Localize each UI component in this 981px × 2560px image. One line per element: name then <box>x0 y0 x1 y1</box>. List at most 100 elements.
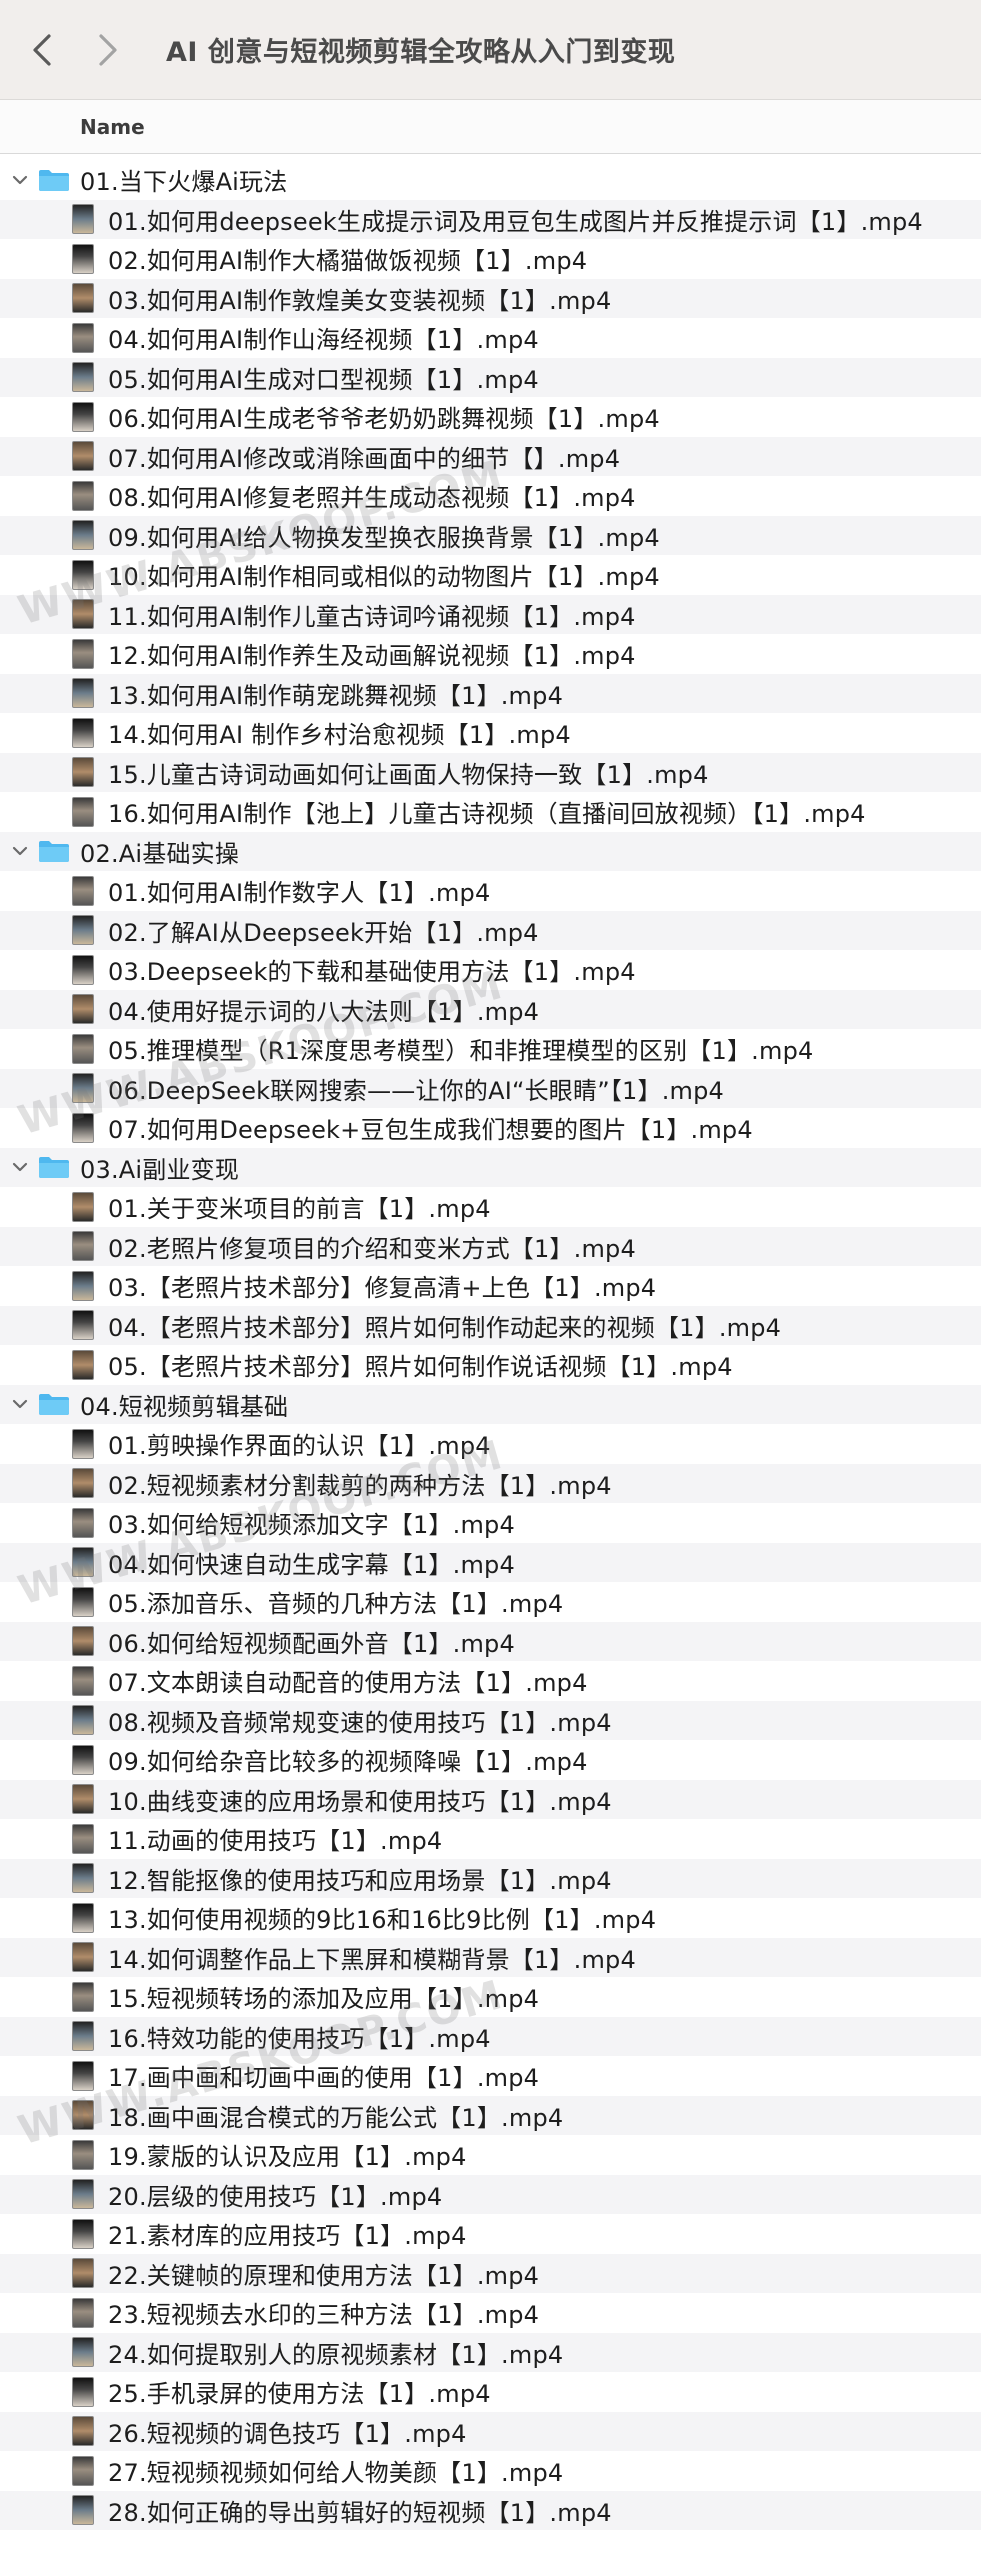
file-name: 23.短视频去水印的三种方法【1】.mp4 <box>108 2301 540 2330</box>
file-row[interactable]: 06.DeepSeek联网搜索——让你的AI“长眼睛”【1】.mp4 <box>0 1068 981 1108</box>
video-thumbnail-icon <box>72 678 94 709</box>
file-row[interactable]: 08.视频及音频常规变速的使用技巧【1】.mp4 <box>0 1700 981 1740</box>
file-name: 03.如何用AI制作敦煌美女变装视频【1】.mp4 <box>108 286 612 315</box>
file-row[interactable]: 14.如何调整作品上下黑屏和模糊背景【1】.mp4 <box>0 1937 981 1977</box>
file-row[interactable]: 07.如何用AI修改或消除画面中的细节【】.mp4 <box>0 436 981 476</box>
file-name: 02.了解AI从Deepseek开始【1】.mp4 <box>108 918 539 947</box>
chevron-down-icon[interactable] <box>10 1157 30 1177</box>
file-row[interactable]: 09.如何给杂音比较多的视频降噪【1】.mp4 <box>0 1740 981 1780</box>
file-row[interactable]: 14.如何用AI 制作乡村治愈视频【1】.mp4 <box>0 713 981 753</box>
file-name: 02.老照片修复项目的介绍和变米方式【1】.mp4 <box>108 1234 636 1263</box>
video-thumbnail-icon <box>72 994 94 1025</box>
video-thumbnail-icon <box>72 1942 94 1973</box>
file-row[interactable]: 16.特效功能的使用技巧【1】.mp4 <box>0 2016 981 2056</box>
video-thumbnail-icon <box>72 283 94 314</box>
file-row[interactable]: 06.如何给短视频配画外音【1】.mp4 <box>0 1621 981 1661</box>
file-row[interactable]: 03.如何用AI制作敦煌美女变装视频【1】.mp4 <box>0 278 981 318</box>
file-row[interactable]: 12.智能抠像的使用技巧和应用场景【1】.mp4 <box>0 1858 981 1898</box>
file-row[interactable]: 09.如何用AI给人物换发型换衣服换背景【1】.mp4 <box>0 515 981 555</box>
file-row[interactable]: 20.层级的使用技巧【1】.mp4 <box>0 2174 981 2214</box>
video-thumbnail-icon <box>72 1507 94 1538</box>
file-name: 19.蒙版的认识及应用【1】.mp4 <box>108 2143 467 2172</box>
file-row[interactable]: 04.如何快速自动生成字幕【1】.mp4 <box>0 1542 981 1582</box>
chevron-down-icon[interactable] <box>10 1394 30 1414</box>
chevron-down-icon[interactable] <box>10 170 30 190</box>
folder-row[interactable]: 02.Ai基础实操 <box>0 831 981 871</box>
file-row[interactable]: 21.素材库的应用技巧【1】.mp4 <box>0 2214 981 2254</box>
file-name: 04.如何用AI制作山海经视频【1】.mp4 <box>108 326 539 355</box>
file-row[interactable]: 03.如何给短视频添加文字【1】.mp4 <box>0 1503 981 1543</box>
file-name: 21.素材库的应用技巧【1】.mp4 <box>108 2222 467 2251</box>
folder-icon <box>39 1157 69 1179</box>
file-row[interactable]: 02.如何用AI制作大橘猫做饭视频【1】.mp4 <box>0 239 981 279</box>
file-row[interactable]: 02.了解AI从Deepseek开始【1】.mp4 <box>0 910 981 950</box>
folder-icon <box>39 1394 69 1416</box>
file-name: 01.如何用deepseek生成提示词及用豆包生成图片并反推提示词【1】.mp4 <box>108 207 923 236</box>
file-row[interactable]: 19.蒙版的认识及应用【1】.mp4 <box>0 2135 981 2175</box>
file-row[interactable]: 23.短视频去水印的三种方法【1】.mp4 <box>0 2293 981 2333</box>
file-row[interactable]: 08.如何用AI修复老照并生成动态视频【1】.mp4 <box>0 476 981 516</box>
file-row[interactable]: 05.如何用AI生成对口型视频【1】.mp4 <box>0 357 981 397</box>
file-row[interactable]: 07.文本朗读自动配音的使用方法【1】.mp4 <box>0 1661 981 1701</box>
file-row[interactable]: 11.如何用AI制作儿童古诗词吟诵视频【1】.mp4 <box>0 594 981 634</box>
file-row[interactable]: 05.添加音乐、音频的几种方法【1】.mp4 <box>0 1582 981 1622</box>
video-thumbnail-icon <box>72 1665 94 1696</box>
file-name: 22.关键帧的原理和使用方法【1】.mp4 <box>108 2261 540 2290</box>
file-row[interactable]: 13.如何用AI制作萌宠跳舞视频【1】.mp4 <box>0 673 981 713</box>
file-row[interactable]: 03.Deepseek的下载和基础使用方法【1】.mp4 <box>0 950 981 990</box>
file-name: 16.如何用AI制作【池上】儿童古诗视频（直播间回放视频）【1】.mp4 <box>108 800 866 829</box>
chevron-down-icon[interactable] <box>10 841 30 861</box>
file-row[interactable]: 05.【老照片技术部分】照片如何制作说话视频【1】.mp4 <box>0 1345 981 1385</box>
file-row[interactable]: 16.如何用AI制作【池上】儿童古诗视频（直播间回放视频）【1】.mp4 <box>0 792 981 832</box>
file-name: 04.【老照片技术部分】照片如何制作动起来的视频【1】.mp4 <box>108 1313 782 1342</box>
video-thumbnail-icon <box>72 1270 94 1301</box>
video-thumbnail-icon <box>72 1073 94 1104</box>
video-thumbnail-icon <box>72 2297 94 2328</box>
back-button[interactable] <box>18 20 66 80</box>
video-thumbnail-icon <box>72 1823 94 1854</box>
file-row[interactable]: 04.【老照片技术部分】照片如何制作动起来的视频【1】.mp4 <box>0 1305 981 1345</box>
file-name: 12.如何用AI制作养生及动画解说视频【1】.mp4 <box>108 642 636 671</box>
video-thumbnail-icon <box>72 1231 94 1262</box>
file-row[interactable]: 22.关键帧的原理和使用方法【1】.mp4 <box>0 2253 981 2293</box>
file-row[interactable]: 15.短视频转场的添加及应用【1】.mp4 <box>0 1977 981 2017</box>
file-row[interactable]: 10.曲线变速的应用场景和使用技巧【1】.mp4 <box>0 1779 981 1819</box>
forward-button[interactable] <box>84 20 132 80</box>
folder-row[interactable]: 03.Ai副业变现 <box>0 1147 981 1187</box>
file-row[interactable]: 11.动画的使用技巧【1】.mp4 <box>0 1819 981 1859</box>
file-name: 15.儿童古诗词动画如何让画面人物保持一致【1】.mp4 <box>108 760 709 789</box>
file-row[interactable]: 27.短视频视频如何给人物美颜【1】.mp4 <box>0 2451 981 2491</box>
file-name: 04.使用好提示词的八大法则【1】.mp4 <box>108 997 540 1026</box>
file-row[interactable]: 07.如何用Deepseek+豆包生成我们想要的图片【1】.mp4 <box>0 1108 981 1148</box>
file-row[interactable]: 28.如何正确的导出剪辑好的短视频【1】.mp4 <box>0 2490 981 2530</box>
folder-row[interactable]: 04.短视频剪辑基础 <box>0 1384 981 1424</box>
file-row[interactable]: 25.手机录屏的使用方法【1】.mp4 <box>0 2372 981 2412</box>
video-thumbnail-icon <box>72 1902 94 1933</box>
file-row[interactable]: 02.短视频素材分割裁剪的两种方法【1】.mp4 <box>0 1463 981 1503</box>
folder-row[interactable]: 01.当下火爆Ai玩法 <box>0 160 981 200</box>
file-row[interactable]: 12.如何用AI制作养生及动画解说视频【1】.mp4 <box>0 634 981 674</box>
file-row[interactable]: 04.如何用AI制作山海经视频【1】.mp4 <box>0 318 981 358</box>
file-row[interactable]: 17.画中画和切画中画的使用【1】.mp4 <box>0 2056 981 2096</box>
file-row[interactable]: 01.如何用AI制作数字人【1】.mp4 <box>0 871 981 911</box>
file-row[interactable]: 26.短视频的调色技巧【1】.mp4 <box>0 2411 981 2451</box>
video-thumbnail-icon <box>72 204 94 235</box>
file-row[interactable]: 18.画中画混合模式的万能公式【1】.mp4 <box>0 2095 981 2135</box>
file-row[interactable]: 01.关于变米项目的前言【1】.mp4 <box>0 1187 981 1227</box>
file-row[interactable]: 06.如何用AI生成老爷爷老奶奶跳舞视频【1】.mp4 <box>0 397 981 437</box>
file-row[interactable]: 01.剪映操作界面的认识【1】.mp4 <box>0 1424 981 1464</box>
file-row[interactable]: 03.【老照片技术部分】修复高清+上色【1】.mp4 <box>0 1266 981 1306</box>
file-name: 07.如何用AI修改或消除画面中的细节【】.mp4 <box>108 444 621 473</box>
file-row[interactable]: 05.推理模型（R1深度思考模型）和非推理模型的区别【1】.mp4 <box>0 1029 981 1069</box>
file-row[interactable]: 01.如何用deepseek生成提示词及用豆包生成图片并反推提示词【1】.mp4 <box>0 199 981 239</box>
file-row[interactable]: 10.如何用AI制作相同或相似的动物图片【1】.mp4 <box>0 555 981 595</box>
video-thumbnail-icon <box>72 2218 94 2249</box>
file-name: 15.短视频转场的添加及应用【1】.mp4 <box>108 1985 540 2014</box>
column-header-name[interactable]: Name <box>80 115 145 139</box>
file-row[interactable]: 13.如何使用视频的9比16和16比9比例【1】.mp4 <box>0 1898 981 1938</box>
file-row[interactable]: 02.老照片修复项目的介绍和变米方式【1】.mp4 <box>0 1226 981 1266</box>
video-thumbnail-icon <box>72 1310 94 1341</box>
file-row[interactable]: 04.使用好提示词的八大法则【1】.mp4 <box>0 989 981 1029</box>
file-row[interactable]: 15.儿童古诗词动画如何让画面人物保持一致【1】.mp4 <box>0 752 981 792</box>
file-row[interactable]: 24.如何提取别人的原视频素材【1】.mp4 <box>0 2332 981 2372</box>
